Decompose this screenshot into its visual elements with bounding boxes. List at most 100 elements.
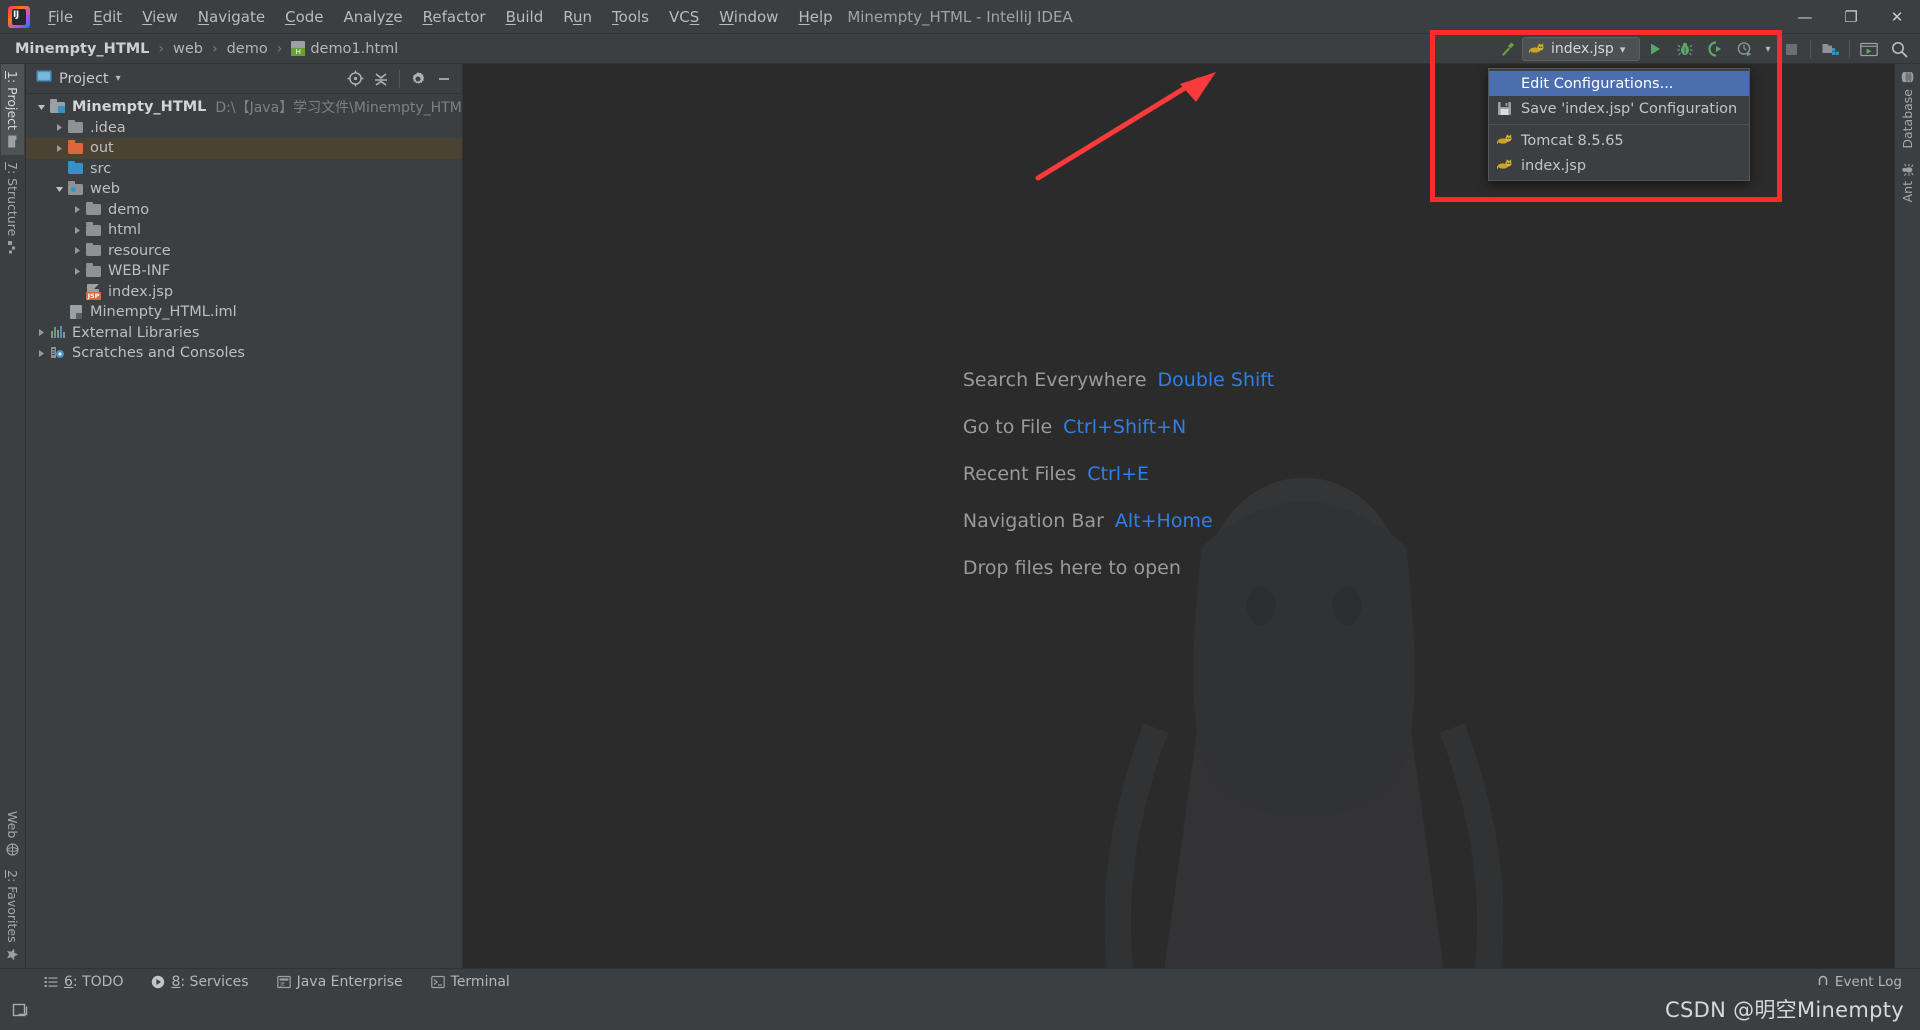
chevron-down-icon[interactable]	[52, 182, 66, 196]
menu-tools[interactable]: Tools	[602, 4, 659, 30]
tool-window-bar-bottom: 6: TODO 8: Services JE Java Enterprise Termi…	[0, 968, 1920, 994]
debug-bug-icon[interactable]	[1670, 36, 1700, 62]
breadcrumb-item-web[interactable]: web	[170, 39, 206, 59]
tool-window-terminal[interactable]: Terminal	[417, 972, 524, 992]
menu-edit[interactable]: Edit	[83, 4, 132, 30]
chevron-right-icon[interactable]	[70, 203, 84, 217]
search-icon[interactable]	[1884, 36, 1914, 62]
layout-icon[interactable]	[12, 1001, 30, 1023]
tool-stripe-ant[interactable]: Ant	[1896, 156, 1919, 209]
editor-empty-area[interactable]: Search Everywhere Double Shift Go to File C…	[463, 64, 1894, 968]
menu-analyze[interactable]: Analyze	[334, 4, 413, 30]
tree-node-.idea[interactable]: .idea	[26, 118, 462, 139]
project-tree: Minempty_HTML D:\【Java】学习文件\Minempty_HTML…	[26, 94, 462, 968]
breadcrumb-item-demo1-html[interactable]: demo1.html	[288, 39, 401, 59]
profiler-icon[interactable]	[1730, 36, 1760, 62]
tool-window-6--todo[interactable]: 6: TODO	[30, 972, 137, 992]
tool-window-label: 6: TODO	[64, 973, 124, 990]
tree-node-web-inf[interactable]: WEB-INF	[26, 261, 462, 282]
menu-vcs[interactable]: VCS	[659, 4, 709, 30]
tool-window-8--services[interactable]: 8: Services	[137, 972, 262, 992]
run-config-menu-item-index-jsp[interactable]: index.jsp	[1489, 153, 1749, 178]
menu-help[interactable]: Help	[788, 4, 842, 30]
project-panel-header: Project ▾	[26, 64, 462, 94]
tree-node-web[interactable]: web	[26, 179, 462, 200]
run-config-menu-item-edit-configurations---[interactable]: Edit Configurations...	[1489, 71, 1749, 96]
run-configuration-selector[interactable]: index.jsp ▾	[1522, 37, 1640, 61]
chevron-right-icon[interactable]	[34, 346, 48, 360]
event-log-icon	[1816, 973, 1830, 991]
tree-node-demo[interactable]: demo	[26, 200, 462, 221]
chevron-right-icon[interactable]	[34, 326, 48, 340]
chevron-down-icon[interactable]: ▾	[1620, 43, 1626, 56]
chevron-right-icon[interactable]	[70, 264, 84, 278]
tree-node-label: demo	[108, 201, 150, 218]
folder-source-icon	[68, 160, 84, 176]
chevron-right-icon[interactable]	[52, 121, 66, 135]
iml-file-icon	[68, 304, 84, 320]
tree-node-minempty-html.iml[interactable]: Minempty_HTML.iml	[26, 302, 462, 323]
menu-build[interactable]: Build	[496, 4, 554, 30]
tree-node-label: resource	[108, 242, 171, 259]
menu-window[interactable]: Window	[709, 4, 788, 30]
run-config-menu-item-save--index-jsp--configuration[interactable]: Save 'index.jsp' Configuration	[1489, 96, 1749, 121]
run-configuration-dropdown[interactable]: Edit Configurations... Save 'index.jsp' C…	[1488, 68, 1750, 181]
run-config-menu-item-tomcat-8-5-65[interactable]: Tomcat 8.5.65	[1489, 128, 1749, 153]
tool-stripe-web[interactable]: Web	[1, 804, 24, 863]
chevron-right-icon[interactable]	[70, 223, 84, 237]
folder-grey-icon	[68, 119, 84, 135]
tool-window-java-enterprise[interactable]: JE Java Enterprise	[263, 972, 417, 992]
logo-text: IJ	[13, 9, 19, 20]
breadcrumb-item-demo[interactable]: demo	[224, 39, 271, 59]
run-with-coverage-icon[interactable]	[1700, 36, 1730, 62]
project-structure-icon[interactable]	[1815, 36, 1845, 62]
chevron-right-icon[interactable]	[52, 141, 66, 155]
run-play-icon[interactable]	[1640, 36, 1670, 62]
menu-refactor[interactable]: Refactor	[413, 4, 496, 30]
shortcut-name: Recent Files	[962, 462, 1077, 485]
tree-node-src[interactable]: src	[26, 159, 462, 180]
menu-code[interactable]: Code	[275, 4, 333, 30]
tree-node-label: html	[108, 222, 142, 239]
tree-node-index.jsp[interactable]: JSP index.jsp	[26, 282, 462, 303]
folder-web-icon	[68, 181, 84, 197]
tree-node-minempty-html[interactable]: Minempty_HTML D:\【Java】学习文件\Minempty_HTML	[26, 97, 462, 118]
tool-stripe-database[interactable]: Database	[1896, 64, 1919, 156]
hammer-icon[interactable]	[1492, 36, 1522, 62]
event-log-button[interactable]: Event Log	[1816, 973, 1902, 991]
tree-node-label: External Libraries	[72, 324, 200, 341]
menu-view[interactable]: View	[132, 4, 188, 30]
collapse-all-icon[interactable]	[369, 68, 393, 90]
settings-gear-icon[interactable]	[406, 68, 430, 90]
tree-node-scratches-and-consoles[interactable]: Scratches and Consoles	[26, 343, 462, 364]
project-panel-chevron-icon[interactable]: ▾	[116, 73, 121, 84]
breadcrumb-label: demo	[226, 40, 268, 57]
minimize-button[interactable]: —	[1782, 0, 1828, 34]
tool-stripe-1--project[interactable]: 1: Project	[1, 64, 24, 155]
breadcrumb-separator: ›	[211, 40, 218, 57]
maximize-button[interactable]: ❐	[1828, 0, 1874, 34]
tree-node-resource[interactable]: resource	[26, 241, 462, 262]
breadcrumb-label: demo1.html	[310, 40, 399, 57]
java-enterprise-icon: JE	[276, 975, 291, 989]
menu-run[interactable]: Run	[553, 4, 602, 30]
hide-panel-icon[interactable]	[432, 68, 456, 90]
tree-node-out[interactable]: out	[26, 138, 462, 159]
menu-file[interactable]: File	[38, 4, 83, 30]
tree-node-html[interactable]: html	[26, 220, 462, 241]
chevron-right-icon[interactable]	[70, 244, 84, 258]
menu-navigate[interactable]: Navigate	[188, 4, 275, 30]
chevron-down-icon[interactable]	[34, 100, 48, 114]
tree-node-label: index.jsp	[108, 283, 174, 300]
web-globe-icon	[6, 843, 19, 856]
tool-stripe-7--structure[interactable]: 7: Structure	[1, 155, 24, 261]
close-button[interactable]: ✕	[1874, 0, 1920, 34]
updates-icon[interactable]	[1854, 36, 1884, 62]
breadcrumb-item-minempty-html[interactable]: Minempty_HTML	[12, 39, 152, 59]
tree-node-external-libraries[interactable]: External Libraries	[26, 323, 462, 344]
tool-stripe-2--favorites[interactable]: 2: Favorites	[1, 863, 24, 968]
scroll-from-source-icon[interactable]	[343, 68, 367, 90]
profiler-chevron-icon[interactable]: ▾	[1760, 36, 1776, 62]
